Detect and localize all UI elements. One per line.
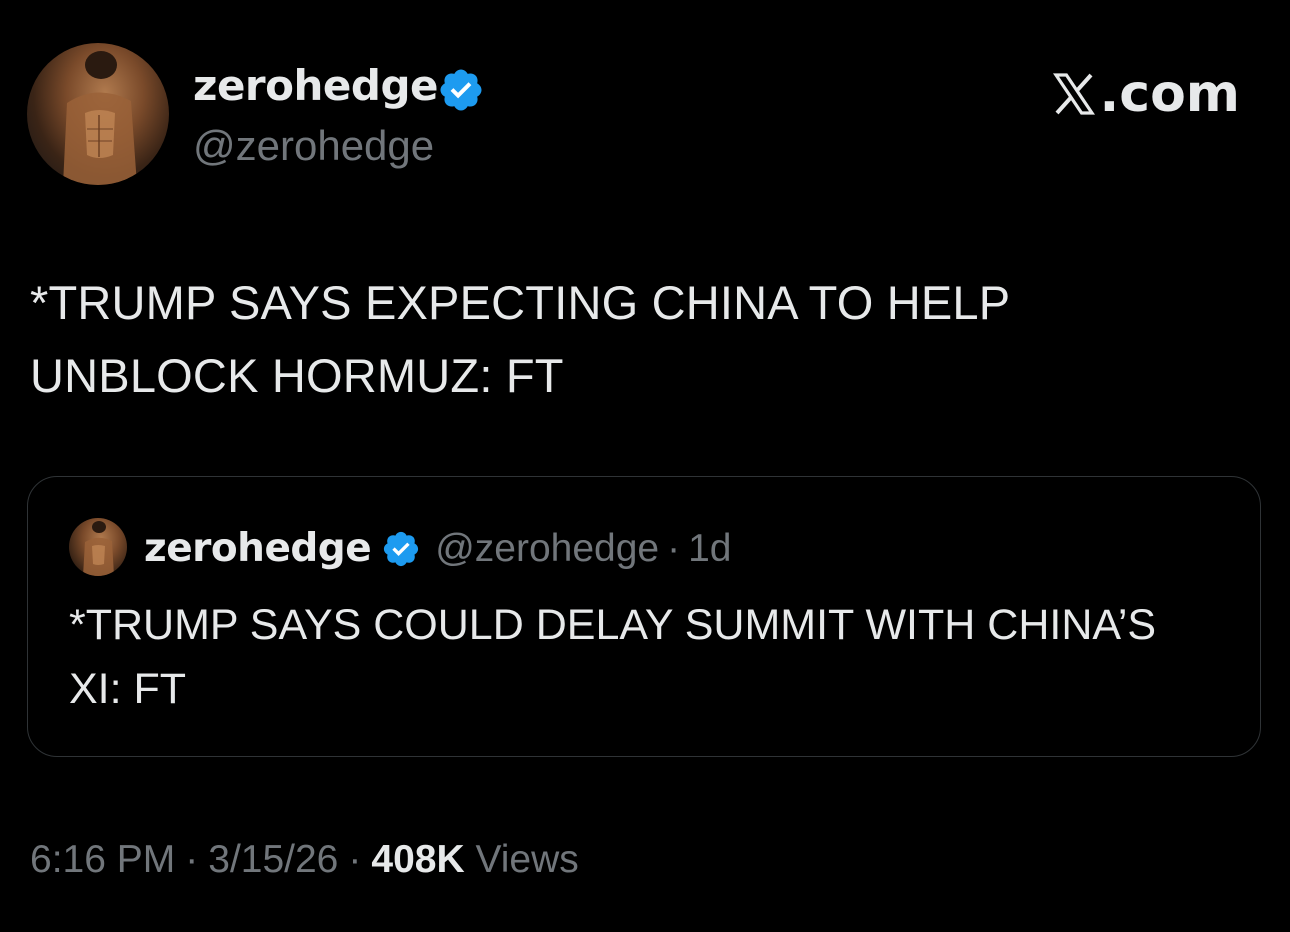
x-com-watermark: .com — [1050, 62, 1241, 126]
x-logo-icon — [1052, 73, 1095, 115]
tweet-text: *TRUMP SAYS EXPECTING CHINA TO HELP UNBL… — [30, 276, 1010, 402]
verified-badge-icon — [384, 531, 419, 567]
tweet-meta: 6:16 PM · 3/15/26 · 408K Views — [30, 835, 579, 885]
tweet-time[interactable]: 6:16 PM — [30, 838, 175, 881]
tweet-date[interactable]: 3/15/26 — [208, 838, 338, 881]
author-handle[interactable]: @zerohedge — [193, 120, 434, 172]
meta-separator: · — [185, 838, 199, 881]
quoted-display-name[interactable]: zerohedge — [144, 523, 372, 575]
meta-separator: · — [348, 838, 362, 881]
views-label: Views — [475, 838, 579, 881]
verified-badge-icon — [440, 69, 482, 111]
quoted-tweet-card[interactable]: zerohedge @zerohedge · 1d *TRUMP SAYS CO… — [27, 476, 1261, 757]
author-display-name[interactable]: zerohedge — [193, 58, 439, 114]
quoted-tweet-text: *TRUMP SAYS COULD DELAY SUMMIT WITH CHIN… — [69, 601, 1157, 713]
quoted-avatar[interactable] — [69, 518, 127, 576]
avatar[interactable] — [27, 43, 169, 185]
quoted-tweet-header: zerohedge @zerohedge · 1d — [144, 523, 732, 575]
quoted-separator: · — [667, 527, 681, 570]
quoted-handle[interactable]: @zerohedge — [435, 523, 659, 575]
quoted-timestamp[interactable]: 1d — [688, 523, 731, 575]
views-count[interactable]: 408K — [371, 838, 464, 881]
x-com-text: .com — [1099, 64, 1241, 124]
